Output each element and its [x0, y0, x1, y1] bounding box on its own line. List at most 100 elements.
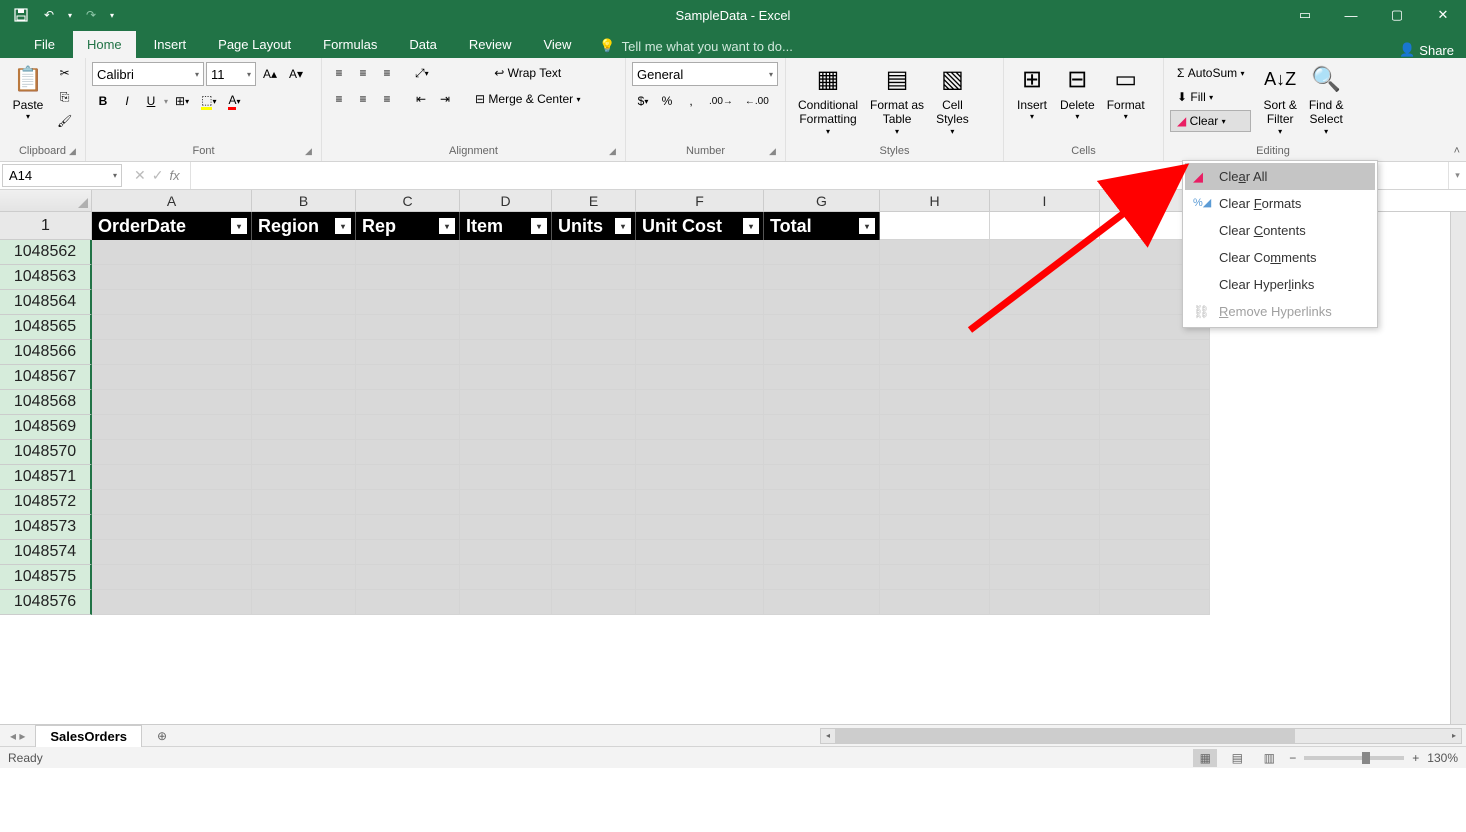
tab-formulas[interactable]: Formulas	[309, 31, 391, 58]
cell[interactable]	[552, 490, 636, 515]
row-header[interactable]: 1048568	[0, 390, 92, 415]
filter-dropdown-icon[interactable]: ▾	[335, 218, 351, 234]
row-header[interactable]: 1	[0, 212, 92, 240]
wrap-text-button[interactable]: ↩ Wrap Text	[466, 62, 589, 84]
cell[interactable]	[92, 365, 252, 390]
cell[interactable]	[252, 515, 356, 540]
cell[interactable]	[356, 365, 460, 390]
page-layout-view-button[interactable]: ▤	[1225, 749, 1249, 767]
cell[interactable]	[636, 340, 764, 365]
cell[interactable]	[764, 290, 880, 315]
cell[interactable]	[252, 465, 356, 490]
cell[interactable]	[92, 240, 252, 265]
tab-file[interactable]: File	[20, 31, 69, 58]
cell[interactable]	[636, 590, 764, 615]
cell[interactable]	[1100, 415, 1210, 440]
cell[interactable]	[990, 490, 1100, 515]
cell[interactable]	[880, 490, 990, 515]
format-cells-button[interactable]: ▭ Format▾	[1101, 62, 1151, 124]
cell[interactable]	[636, 365, 764, 390]
cell[interactable]	[552, 265, 636, 290]
collapse-ribbon-button[interactable]: ˄	[1454, 145, 1460, 157]
cell[interactable]	[92, 465, 252, 490]
cell[interactable]	[880, 415, 990, 440]
cell[interactable]	[356, 290, 460, 315]
cell[interactable]	[92, 540, 252, 565]
cell[interactable]	[764, 465, 880, 490]
filter-dropdown-icon[interactable]: ▾	[743, 218, 759, 234]
cell[interactable]	[92, 490, 252, 515]
cell[interactable]	[880, 290, 990, 315]
cell[interactable]	[764, 340, 880, 365]
clipboard-dialog-launcher[interactable]: ◢	[69, 146, 81, 158]
row-header[interactable]: 1048576	[0, 590, 92, 615]
cell[interactable]	[552, 565, 636, 590]
column-header-A[interactable]: A	[92, 190, 252, 211]
cell[interactable]	[92, 290, 252, 315]
cell[interactable]	[636, 515, 764, 540]
cell[interactable]	[460, 240, 552, 265]
expand-formula-bar[interactable]: ▾	[1448, 162, 1466, 189]
cell[interactable]	[990, 265, 1100, 290]
cell[interactable]	[764, 315, 880, 340]
tab-home[interactable]: Home	[73, 31, 136, 58]
row-header[interactable]: 1048573	[0, 515, 92, 540]
menu-clear-all[interactable]: ◢ Clear All	[1185, 163, 1375, 190]
column-header-B[interactable]: B	[252, 190, 356, 211]
column-header-D[interactable]: D	[460, 190, 552, 211]
cell[interactable]	[552, 465, 636, 490]
ribbon-display-options[interactable]: ▭	[1282, 0, 1328, 30]
filter-dropdown-icon[interactable]: ▾	[531, 218, 547, 234]
cell[interactable]	[552, 240, 636, 265]
cell[interactable]	[880, 315, 990, 340]
undo-dropdown[interactable]: ▾	[64, 3, 76, 27]
cell[interactable]	[252, 315, 356, 340]
cell[interactable]	[764, 240, 880, 265]
sheet-nav[interactable]: ◂ ▸	[0, 729, 35, 743]
cell[interactable]	[356, 315, 460, 340]
cell[interactable]	[460, 565, 552, 590]
cell[interactable]	[880, 440, 990, 465]
font-name-combo[interactable]: Calibri▾	[92, 62, 204, 86]
cell[interactable]	[552, 590, 636, 615]
menu-clear-formats[interactable]: %◢ Clear Formats	[1185, 190, 1375, 217]
cell[interactable]	[252, 240, 356, 265]
cell[interactable]	[990, 212, 1100, 240]
filter-dropdown-icon[interactable]: ▾	[231, 218, 247, 234]
cell[interactable]	[1100, 390, 1210, 415]
row-header[interactable]: 1048565	[0, 315, 92, 340]
cell[interactable]	[764, 490, 880, 515]
select-all-corner[interactable]	[0, 190, 92, 211]
cell[interactable]	[764, 440, 880, 465]
cell[interactable]	[92, 440, 252, 465]
cell[interactable]	[460, 590, 552, 615]
cell[interactable]	[460, 515, 552, 540]
save-button[interactable]	[8, 3, 34, 27]
menu-clear-comments[interactable]: Clear Comments	[1185, 244, 1375, 271]
cell[interactable]	[252, 565, 356, 590]
redo-button[interactable]: ↷	[78, 3, 104, 27]
menu-clear-hyperlinks[interactable]: Clear Hyperlinks	[1185, 271, 1375, 298]
orientation-button[interactable]: ⤢▾	[410, 62, 434, 84]
cell[interactable]	[460, 290, 552, 315]
cell[interactable]	[356, 440, 460, 465]
menu-clear-contents[interactable]: Clear Contents	[1185, 217, 1375, 244]
cell[interactable]	[990, 390, 1100, 415]
row-header[interactable]: 1048569	[0, 415, 92, 440]
zoom-out-button[interactable]: −	[1289, 751, 1296, 765]
cell[interactable]	[460, 340, 552, 365]
cell[interactable]	[92, 565, 252, 590]
cell[interactable]	[356, 540, 460, 565]
cell[interactable]	[460, 440, 552, 465]
row-header[interactable]: 1048571	[0, 465, 92, 490]
decrease-decimal-button[interactable]: ←.00	[740, 90, 774, 112]
row-header[interactable]: 1048570	[0, 440, 92, 465]
cell[interactable]	[880, 240, 990, 265]
qat-customize[interactable]: ▾	[106, 3, 118, 27]
conditional-formatting-button[interactable]: ▦ Conditional Formatting▾	[792, 62, 864, 138]
row-header[interactable]: 1048572	[0, 490, 92, 515]
cell[interactable]	[356, 390, 460, 415]
font-dialog-launcher[interactable]: ◢	[305, 146, 317, 158]
cell[interactable]	[990, 515, 1100, 540]
cell[interactable]	[460, 265, 552, 290]
